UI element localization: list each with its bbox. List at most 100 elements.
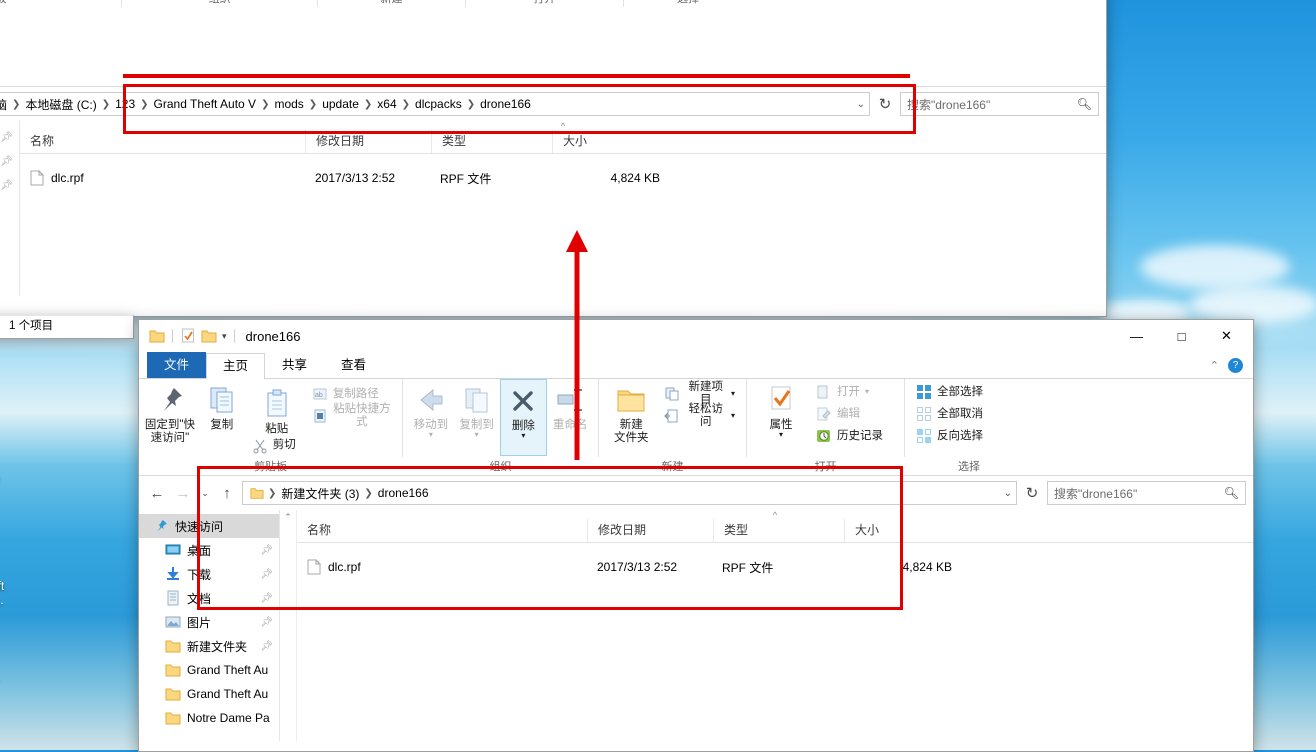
open-button-2[interactable]: 打开 ▾	[810, 381, 889, 403]
delete-caret-icon[interactable]: ▾	[521, 433, 525, 439]
open-caret-icon[interactable]: ▾	[865, 389, 869, 395]
help-icon[interactable]: ?	[1228, 358, 1243, 373]
breadcrumb-bottom-window[interactable]: ❯ 新建文件夹 (3) ❯ drone166 ⌄	[242, 481, 1017, 505]
up-button-2[interactable]: ↑	[216, 482, 238, 504]
file-list-pane-bottom[interactable]: ^ 名称 修改日期 类型 大小 dlc.rpf 2017/3/13 2:52 R…	[297, 510, 1253, 741]
search-input-top-window[interactable]: 搜索"drone166" 🔍︎	[900, 92, 1099, 116]
recent-locations-button-2[interactable]: ⌄	[198, 482, 212, 504]
breadcrumb-item-0[interactable]: 此电脑	[0, 96, 11, 113]
refresh-icon[interactable]: ↻	[874, 93, 896, 115]
breadcrumb-item-4[interactable]: mods	[270, 97, 307, 111]
desktop-icon-2[interactable]: Theft 03....	[0, 540, 58, 608]
properties-caret-icon[interactable]: ▾	[779, 432, 783, 438]
new-folder-icon[interactable]	[201, 328, 217, 344]
navigation-pane-top[interactable]: 文档📌︎ 图片📌︎ 新建文件夹📌︎ Grand Theft Au Grand T…	[0, 121, 20, 295]
nav-item-new-folder-3[interactable]: 新建文件夹 (3)	[0, 269, 19, 293]
paste-button-2[interactable]: 粘贴	[248, 383, 306, 436]
nav-pane-scrollbar[interactable]: ⌃	[280, 510, 297, 741]
select-none-button-2[interactable]: 全部取消	[910, 403, 989, 425]
search-input-bottom-window[interactable]: 搜索"drone166" 🔍︎	[1047, 481, 1246, 505]
cut-button-2[interactable]: 剪切	[246, 438, 302, 454]
tab-home[interactable]: 主页	[206, 353, 265, 379]
paste-shortcut-button-2[interactable]: 粘贴快捷方式	[306, 405, 397, 427]
desktop-icon-1[interactable]: me	[0, 472, 64, 486]
copy-to-button-2[interactable]: 复制到 ▾	[454, 379, 500, 454]
close-button[interactable]: ✕	[1204, 321, 1249, 351]
column-size[interactable]: 大小	[553, 130, 673, 153]
explorer-window-bottom[interactable]: ▾ drone166 — □ ✕ 文件 主页 共享 查看 ⌃ ?	[138, 319, 1254, 752]
navigation-pane-bottom[interactable]: 快速访问 桌面📌︎ 下载📌︎ 文档📌︎ 图片📌︎ 新建文件夹📌︎	[139, 510, 280, 741]
breadcrumb-item-3[interactable]: Grand Theft Auto V	[150, 97, 261, 111]
forward-button-2[interactable]: →	[172, 482, 194, 504]
column-name[interactable]: 名称	[297, 519, 588, 542]
move-to-caret-icon[interactable]: ▾	[429, 432, 433, 438]
explorer-window-top[interactable]: 固定到"快 速访问" 复制	[0, 0, 1107, 317]
breadcrumb-item-2[interactable]: 123	[111, 97, 139, 111]
breadcrumb-item-1[interactable]: 本地磁盘 (C:)	[21, 96, 100, 113]
rename-button-2[interactable]: 重命名	[547, 379, 593, 454]
easy-access-button-2[interactable]: 轻松访问 ▾	[658, 405, 741, 427]
properties-check-icon[interactable]	[180, 328, 196, 344]
chevron-up-icon[interactable]: ⌃	[1210, 359, 1219, 372]
nav-item-this-pc[interactable]: 此电脑	[0, 293, 19, 295]
copy-button-2[interactable]: 复制	[196, 379, 248, 454]
maximize-button[interactable]: □	[1159, 321, 1204, 351]
breadcrumb-item-5[interactable]: update	[318, 97, 363, 111]
chevron-down-icon[interactable]: ⌄	[857, 99, 865, 110]
minimize-button[interactable]: —	[1114, 321, 1159, 351]
column-size[interactable]: 大小	[845, 519, 965, 542]
move-to-button-2[interactable]: 移动到 ▾	[408, 379, 454, 454]
nav-item-downloads[interactable]: 下载📌︎	[139, 562, 279, 586]
desktop-icon-3[interactable]: tm...	[0, 630, 58, 684]
title-bar-bottom-window[interactable]: ▾ drone166 — □ ✕	[139, 320, 1253, 352]
copy-to-caret-icon[interactable]: ▾	[475, 432, 479, 438]
nav-item-pictures-2[interactable]: 图片📌︎	[139, 610, 279, 634]
new-item-caret-icon[interactable]: ▾	[731, 391, 735, 397]
nav-item-gta-3[interactable]: Grand Theft Au	[139, 658, 279, 682]
invert-selection-button-2[interactable]: 反向选择	[910, 425, 989, 447]
select-all-button-2[interactable]: 全部选择	[910, 381, 989, 403]
file-name-cell[interactable]: dlc.rpf	[297, 559, 587, 575]
tab-view[interactable]: 查看	[324, 352, 383, 378]
nav-item-gta-2[interactable]: Grand Theft Au	[0, 221, 19, 245]
chevron-down-icon[interactable]: ⌄	[1004, 488, 1012, 499]
copy-path-button-2[interactable]: ab 复制路径	[306, 383, 397, 405]
nav-item-desktop[interactable]: 桌面📌︎	[139, 538, 279, 562]
column-name[interactable]: 名称	[20, 130, 306, 153]
column-modified[interactable]: 修改日期	[588, 519, 714, 542]
refresh-icon-2[interactable]: ↻	[1021, 482, 1043, 504]
column-modified[interactable]: 修改日期	[306, 130, 432, 153]
breadcrumb-item-7[interactable]: dlcpacks	[411, 97, 466, 111]
tab-share[interactable]: 共享	[265, 352, 324, 378]
table-row[interactable]: dlc.rpf 2017/3/13 2:52 RPF 文件 4,824 KB	[20, 165, 1106, 191]
nav-item-documents[interactable]: 文档📌︎	[0, 125, 19, 149]
breadcrumb-item-1[interactable]: drone166	[374, 486, 433, 500]
back-button-2[interactable]: ←	[146, 482, 168, 504]
nav-item-new-folder-2[interactable]: 新建文件夹📌︎	[139, 634, 279, 658]
column-type[interactable]: 类型	[714, 519, 845, 542]
folder-icon[interactable]	[149, 328, 165, 344]
new-item-button-2[interactable]: 新建项目 ▾	[658, 383, 741, 405]
table-row[interactable]: dlc.rpf 2017/3/13 2:52 RPF 文件 4,824 KB	[297, 554, 1253, 580]
breadcrumb-top-window[interactable]: 此电脑 ❯ 本地磁盘 (C:) ❯ 123 ❯ Grand Theft Auto…	[0, 92, 870, 116]
edit-button-2[interactable]: 编辑	[810, 403, 889, 425]
nav-item-notre-dame[interactable]: Notre Dame Pa	[0, 245, 19, 269]
nav-item-documents-2[interactable]: 文档📌︎	[139, 586, 279, 610]
easy-access-caret-icon[interactable]: ▾	[731, 413, 735, 419]
file-list-pane-top[interactable]: ^ 名称 修改日期 类型 大小 dlc.rpf 2017/3/13 2:52 R…	[20, 121, 1106, 295]
breadcrumb-item-8[interactable]: drone166	[476, 97, 535, 111]
tab-file[interactable]: 文件	[147, 352, 206, 378]
nav-item-pictures[interactable]: 图片📌︎	[0, 149, 19, 173]
column-type[interactable]: 类型	[432, 130, 553, 153]
nav-item-notre-dame-2[interactable]: Notre Dame Pa	[139, 706, 279, 730]
chevron-down-icon[interactable]: ▾	[222, 331, 227, 342]
nav-item-gta-4[interactable]: Grand Theft Au	[139, 682, 279, 706]
breadcrumb-item-6[interactable]: x64	[373, 97, 400, 111]
properties-button-2[interactable]: 属性 ▾	[752, 379, 810, 454]
new-folder-button-2[interactable]: 新建 文件夹	[604, 379, 658, 454]
nav-item-new-folder[interactable]: 新建文件夹📌︎	[0, 173, 19, 197]
delete-button-2[interactable]: 删除 ▾	[500, 379, 548, 456]
breadcrumb-item-0[interactable]: 新建文件夹 (3)	[277, 485, 363, 502]
file-name-cell[interactable]: dlc.rpf	[20, 170, 305, 186]
pin-to-quick-access-button-2[interactable]: 固定到"快 速访问"	[144, 379, 196, 454]
